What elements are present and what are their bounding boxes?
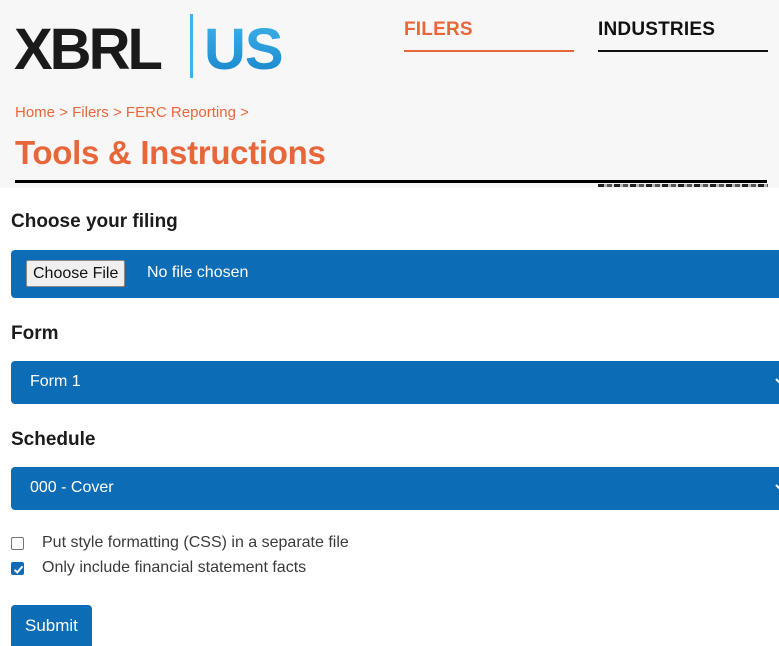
page-title: Tools & Instructions: [15, 134, 326, 171]
schedule-select-value: 000 - Cover: [30, 479, 114, 496]
chevron-down-icon: [775, 484, 779, 490]
css-separate-option: Put style formatting (CSS) in a separate…: [11, 533, 349, 553]
xbrl-us-logo[interactable]: XBRL US: [14, 14, 314, 80]
nav-filers-underline: [404, 50, 574, 52]
css-separate-checkbox[interactable]: [11, 536, 24, 550]
breadcrumb-ferc-reporting[interactable]: FERC Reporting: [126, 104, 236, 121]
nav-filers[interactable]: FILERS: [404, 19, 473, 41]
breadcrumb-separator: >: [240, 104, 249, 121]
form-select-value: Form 1: [30, 373, 81, 390]
form-select[interactable]: Form 1: [11, 361, 779, 404]
financial-facts-checkbox[interactable]: [11, 561, 24, 575]
header-decoration: [598, 184, 768, 187]
nav-industries[interactable]: INDUSTRIES: [598, 19, 715, 41]
logo-xbrl-text: XBRL: [14, 17, 161, 80]
site-header: XBRL US FILERS INDUSTRIES Home > Filers …: [0, 0, 779, 188]
nav-industries-underline: [598, 50, 768, 52]
breadcrumb: Home > Filers > FERC Reporting >: [15, 104, 249, 121]
submit-button[interactable]: Submit: [11, 605, 92, 646]
schedule-select[interactable]: 000 - Cover: [11, 467, 779, 510]
logo-us-text: US: [204, 17, 283, 80]
breadcrumb-filers[interactable]: Filers: [72, 104, 109, 121]
no-file-chosen-text: No file chosen: [147, 264, 249, 281]
css-separate-label: Put style formatting (CSS) in a separate…: [42, 534, 349, 551]
filing-label: Choose your filing: [11, 211, 178, 232]
file-input[interactable]: Choose File No file chosen: [11, 250, 779, 298]
breadcrumb-separator: >: [59, 104, 68, 121]
breadcrumb-home[interactable]: Home: [15, 104, 55, 121]
chevron-down-icon: [775, 378, 779, 384]
checkmark-icon: [13, 565, 24, 574]
financial-facts-option: Only include financial statement facts: [11, 558, 306, 578]
schedule-label: Schedule: [11, 429, 96, 450]
breadcrumb-separator: >: [112, 104, 122, 121]
header-divider: [15, 180, 767, 183]
financial-facts-label: Only include financial statement facts: [42, 559, 307, 576]
choose-file-button[interactable]: Choose File: [26, 260, 126, 287]
form-label: Form: [11, 323, 59, 344]
